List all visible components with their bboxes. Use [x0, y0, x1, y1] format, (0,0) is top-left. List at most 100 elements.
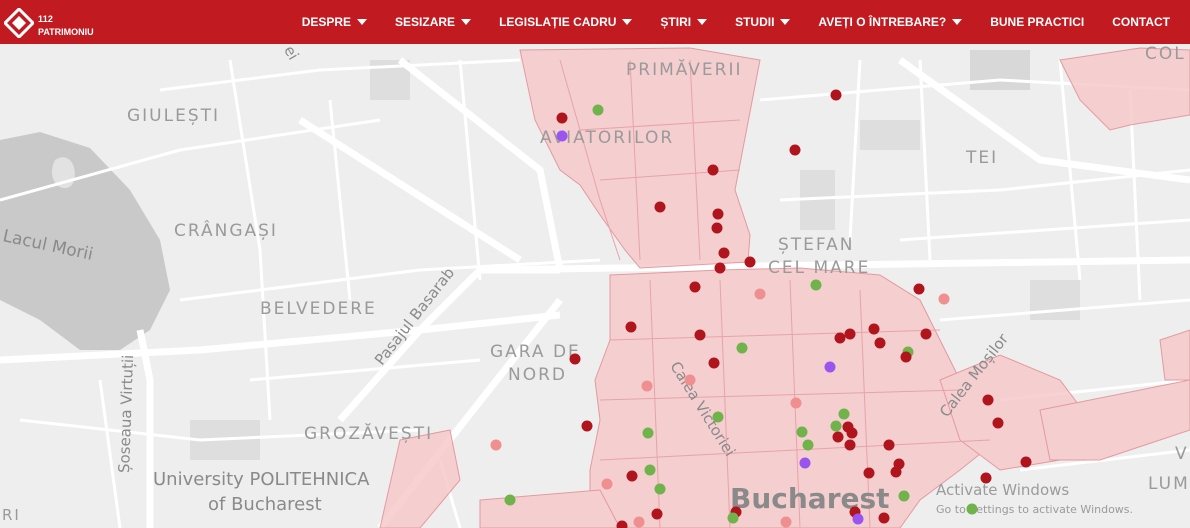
caret-down-icon — [697, 19, 708, 25]
caret-down-icon — [622, 19, 633, 25]
map-marker-dark-red[interactable] — [868, 323, 880, 335]
diamond-logo-icon — [4, 8, 34, 38]
caret-down-icon — [952, 19, 963, 25]
zone-south — [479, 489, 621, 528]
map-marker-light-red[interactable] — [754, 288, 766, 300]
map-marker-green[interactable] — [810, 279, 822, 291]
map-marker-dark-red[interactable] — [830, 89, 842, 101]
caret-down-icon — [780, 19, 791, 25]
map-marker-dark-red[interactable] — [832, 431, 844, 443]
map-marker-dark-red[interactable] — [1020, 456, 1032, 468]
map-marker-dark-red[interactable] — [616, 520, 628, 528]
logo-number: 112 — [38, 14, 54, 24]
map-marker-dark-red[interactable] — [651, 508, 663, 520]
label-bucharest: Bucharest — [730, 482, 890, 515]
map-marker-dark-red[interactable] — [890, 466, 902, 478]
map-marker-green[interactable] — [654, 483, 666, 495]
map-marker-green[interactable] — [898, 490, 910, 502]
label-university-1: University POLITEHNICA — [153, 469, 370, 490]
map-marker-light-red[interactable] — [790, 397, 802, 409]
map-marker-dark-red[interactable] — [556, 112, 568, 124]
menu-item-studii[interactable]: STUDII — [721, 15, 804, 29]
map-marker-dark-red[interactable] — [846, 427, 858, 439]
map-marker-dark-red[interactable] — [744, 256, 756, 268]
menu-item-bune-practici[interactable]: BUNE PRACTICI — [976, 15, 1098, 29]
menu-item-sesizare[interactable]: SESIZARE — [381, 15, 485, 29]
map-marker-dark-red[interactable] — [625, 321, 637, 333]
map-marker-green[interactable] — [838, 408, 850, 420]
label-grozavesti: GROZĂVEȘTI — [304, 424, 434, 444]
map-marker-dark-red[interactable] — [569, 353, 581, 365]
map-marker-light-red[interactable] — [601, 478, 613, 490]
menu-item-label: SESIZARE — [395, 15, 456, 29]
map-marker-dark-red[interactable] — [711, 222, 723, 234]
map-marker-dark-red[interactable] — [712, 208, 724, 220]
caret-down-icon — [461, 19, 472, 25]
map-marker-dark-red[interactable] — [844, 439, 856, 451]
map-marker-dark-red[interactable] — [707, 164, 719, 176]
map-marker-dark-red[interactable] — [900, 351, 912, 363]
map-marker-light-red[interactable] — [780, 516, 792, 528]
map-marker-green[interactable] — [966, 503, 978, 515]
map-marker-dark-red[interactable] — [789, 144, 801, 156]
map-marker-dark-red[interactable] — [874, 337, 886, 349]
zone-east-small — [1159, 329, 1190, 381]
map-marker-light-red[interactable] — [641, 380, 653, 392]
map-marker-green[interactable] — [504, 494, 516, 506]
heritage-map[interactable]: PRIMĂVERII AVIATORILOR GIULEȘTI TEI COL … — [0, 44, 1190, 528]
map-marker-green[interactable] — [802, 439, 814, 451]
map-marker-dark-red[interactable] — [980, 472, 992, 484]
map-marker-purple[interactable] — [852, 513, 864, 525]
logo-name: PATRIMONIU — [38, 27, 94, 37]
map-marker-purple[interactable] — [799, 457, 811, 469]
map-marker-green[interactable] — [727, 512, 739, 524]
map-marker-light-red[interactable] — [938, 293, 950, 305]
map-marker-dark-red[interactable] — [913, 283, 925, 295]
map-marker-dark-red[interactable] — [626, 470, 638, 482]
map-marker-light-red[interactable] — [684, 374, 696, 386]
map-marker-green[interactable] — [592, 104, 604, 116]
top-navigation-bar: 112 PATRIMONIU DESPRE SESIZARE LEGISLAȚIE … — [0, 0, 1190, 44]
map-marker-dark-red[interactable] — [920, 328, 932, 340]
label-stefan: ȘTEFAN — [778, 235, 855, 255]
map-marker-dark-red[interactable] — [714, 262, 726, 274]
label-giulesti: GIULEȘTI — [127, 106, 221, 126]
map-marker-green[interactable] — [736, 342, 748, 354]
map-marker-dark-red[interactable] — [718, 247, 730, 259]
site-logo[interactable]: 112 PATRIMONIU — [0, 2, 110, 42]
menu-item-contact[interactable]: CONTACT — [1098, 15, 1184, 29]
map-marker-dark-red[interactable] — [689, 281, 701, 293]
map-marker-purple[interactable] — [556, 130, 568, 142]
map-marker-green[interactable] — [712, 411, 724, 423]
map-marker-light-red[interactable] — [633, 516, 645, 528]
menu-item-label: AVEȚI O ÎNTREBARE? — [818, 15, 947, 29]
menu-item-aveți-o-întrebare[interactable]: AVEȚI O ÎNTREBARE? — [804, 15, 976, 29]
map-marker-dark-red[interactable] — [878, 512, 890, 524]
menu-item-știri[interactable]: ȘTIRI — [646, 15, 721, 29]
map-marker-green[interactable] — [796, 426, 808, 438]
map-marker-dark-red[interactable] — [581, 420, 593, 432]
menu-item-despre[interactable]: DESPRE — [288, 15, 381, 29]
main-menu: DESPRE SESIZARE LEGISLAȚIE CADRU ȘTIRI STUDI… — [288, 0, 1184, 44]
map-marker-dark-red[interactable] — [992, 417, 1004, 429]
map-marker-green[interactable] — [642, 427, 654, 439]
label-col: COL — [1145, 44, 1186, 64]
menu-item-label: ȘTIRI — [660, 15, 692, 29]
map-marker-light-red[interactable] — [490, 439, 502, 451]
map-marker-green[interactable] — [644, 464, 656, 476]
activate-windows-title: Activate Windows — [936, 481, 1070, 499]
map-marker-dark-red[interactable] — [654, 201, 666, 213]
label-cel-mare: CEL MARE — [768, 258, 871, 278]
zone-southwest — [379, 429, 461, 528]
map-marker-dark-red[interactable] — [844, 328, 856, 340]
map-marker-dark-red[interactable] — [863, 467, 875, 479]
map-marker-dark-red[interactable] — [883, 439, 895, 451]
map-marker-dark-red[interactable] — [694, 329, 706, 341]
map-marker-dark-red[interactable] — [982, 394, 994, 406]
map-marker-purple[interactable] — [824, 361, 836, 373]
map-marker-green[interactable] — [830, 420, 842, 432]
menu-item-legislație-cadru[interactable]: LEGISLAȚIE CADRU — [485, 15, 646, 29]
map-marker-dark-red[interactable] — [708, 357, 720, 369]
label-nord: NORD — [508, 365, 567, 385]
label-belvedere: BELVEDERE — [260, 299, 377, 319]
